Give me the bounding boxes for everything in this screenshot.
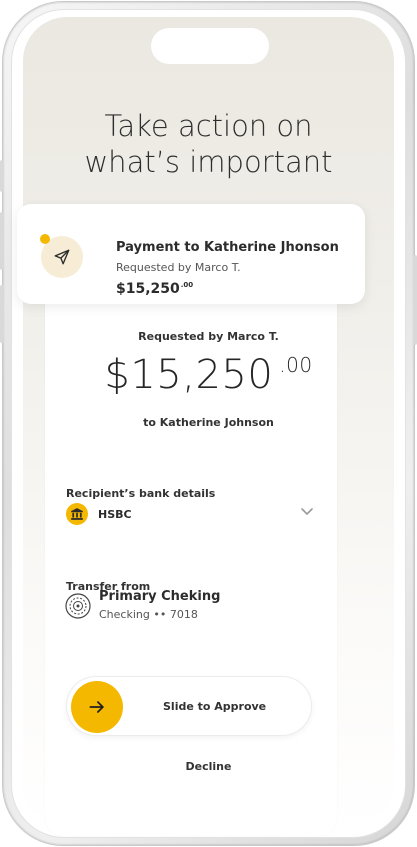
payment-notification-card[interactable]: Payment to Katherine Jhonson Requested b… xyxy=(17,204,365,304)
requested-by-label: Requested by Marco T. xyxy=(138,330,279,343)
arrow-right-icon xyxy=(89,701,104,713)
slide-to-approve-slider[interactable]: Slide to Approve xyxy=(66,676,312,736)
request-amount-value: $15,250 xyxy=(104,352,274,398)
account-number: Checking •• 7018 xyxy=(99,608,198,621)
notification-amount-value: $15,250 xyxy=(116,281,180,297)
notification-amount: $15,250.00 xyxy=(116,281,193,297)
unread-dot xyxy=(40,234,50,244)
dynamic-island xyxy=(151,28,269,64)
chevron-down-icon[interactable] xyxy=(300,506,314,518)
account-name[interactable]: Primary Cheking xyxy=(99,589,220,604)
notification-amount-cents: .00 xyxy=(180,281,194,289)
slider-handle[interactable] xyxy=(71,681,123,733)
account-type: Checking xyxy=(99,608,150,621)
request-amount: $15,250.00 xyxy=(0,352,417,398)
recipient-label: to Katherine Johnson xyxy=(143,416,274,429)
account-logo-icon xyxy=(65,593,91,619)
decline-button[interactable]: Decline xyxy=(0,760,417,773)
bank-details-label: Recipient’s bank details xyxy=(66,487,216,500)
headline-line-2: what’s important xyxy=(84,145,333,179)
notification-title: Payment to Katherine Jhonson xyxy=(116,240,339,255)
headline: Take action on what’s important xyxy=(0,108,417,180)
bank-icon xyxy=(66,503,88,525)
account-mask: •• 7018 xyxy=(153,608,198,621)
bank-name[interactable]: HSBC xyxy=(98,508,132,521)
headline-line-1: Take action on xyxy=(104,109,313,143)
phone-side-button xyxy=(0,212,4,270)
notification-subtitle: Requested by Marco T. xyxy=(116,261,241,274)
slide-to-approve-label: Slide to Approve xyxy=(163,700,267,713)
request-amount-cents: .00 xyxy=(279,353,313,377)
